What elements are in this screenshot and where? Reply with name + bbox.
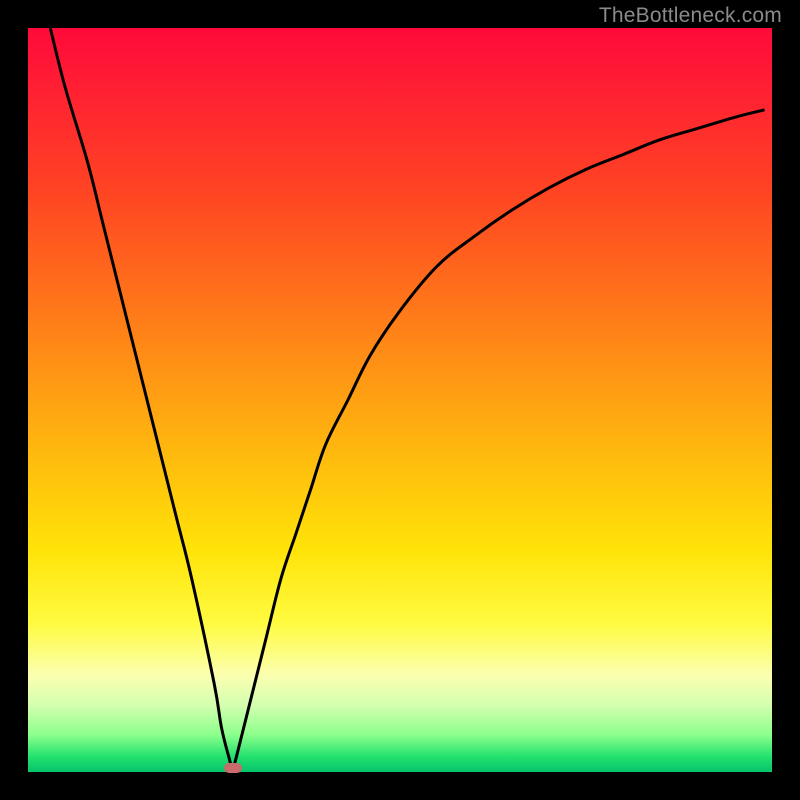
outer-frame: TheBottleneck.com xyxy=(0,0,800,800)
watermark-text: TheBottleneck.com xyxy=(599,4,782,28)
plot-area xyxy=(28,28,772,772)
min-marker xyxy=(224,763,242,773)
curve-svg xyxy=(28,28,772,772)
bottleneck-curve xyxy=(50,28,764,768)
